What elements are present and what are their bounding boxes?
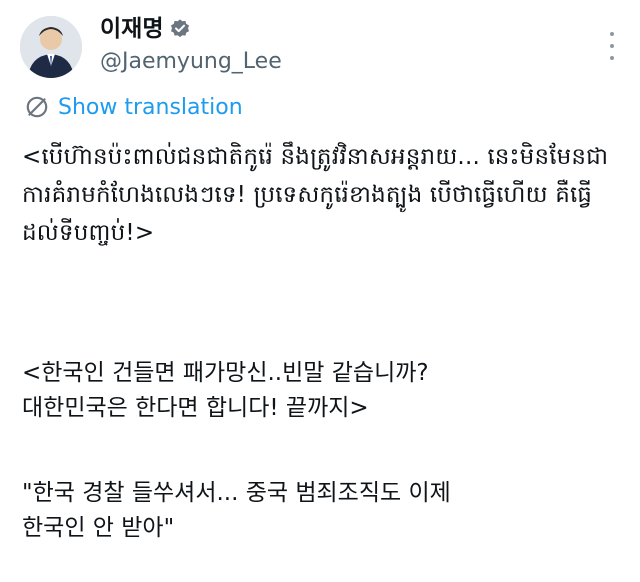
tweet-paragraph-khmer: <បើហ៊ានប៉ះពាល់ជនជាតិកូរ៉េ នឹងត្រូវវិនាសអ… — [22, 144, 609, 246]
show-translation-link[interactable]: Show translation — [24, 94, 243, 120]
avatar[interactable] — [20, 16, 82, 78]
more-dot — [610, 32, 614, 36]
author-names: 이재명 @Jaemyung_Lee — [100, 14, 282, 78]
user-handle[interactable]: @Jaemyung_Lee — [100, 46, 282, 78]
tweet-header: 이재명 @Jaemyung_Lee — [20, 14, 624, 86]
tweet-paragraph-korean-1: <한국인 건들면 패가망신..빈말 같습니까? 대한민국은 한다면 합니다! 끝… — [22, 360, 429, 421]
more-dot — [610, 56, 614, 60]
show-translation-label[interactable]: Show translation — [58, 95, 243, 120]
profile-avatar-icon — [20, 16, 82, 78]
more-options-icon[interactable] — [602, 32, 622, 60]
more-dot — [610, 44, 614, 48]
display-name-row[interactable]: 이재명 — [100, 14, 191, 44]
globe-icon — [26, 96, 48, 118]
tweet-paragraph-korean-2: "한국 경찰 들쑤셔서... 중국 범죄조직도 이제 한국인 안 받아" — [22, 480, 451, 541]
verified-badge-icon — [171, 19, 190, 38]
display-name[interactable]: 이재명 — [100, 14, 163, 44]
